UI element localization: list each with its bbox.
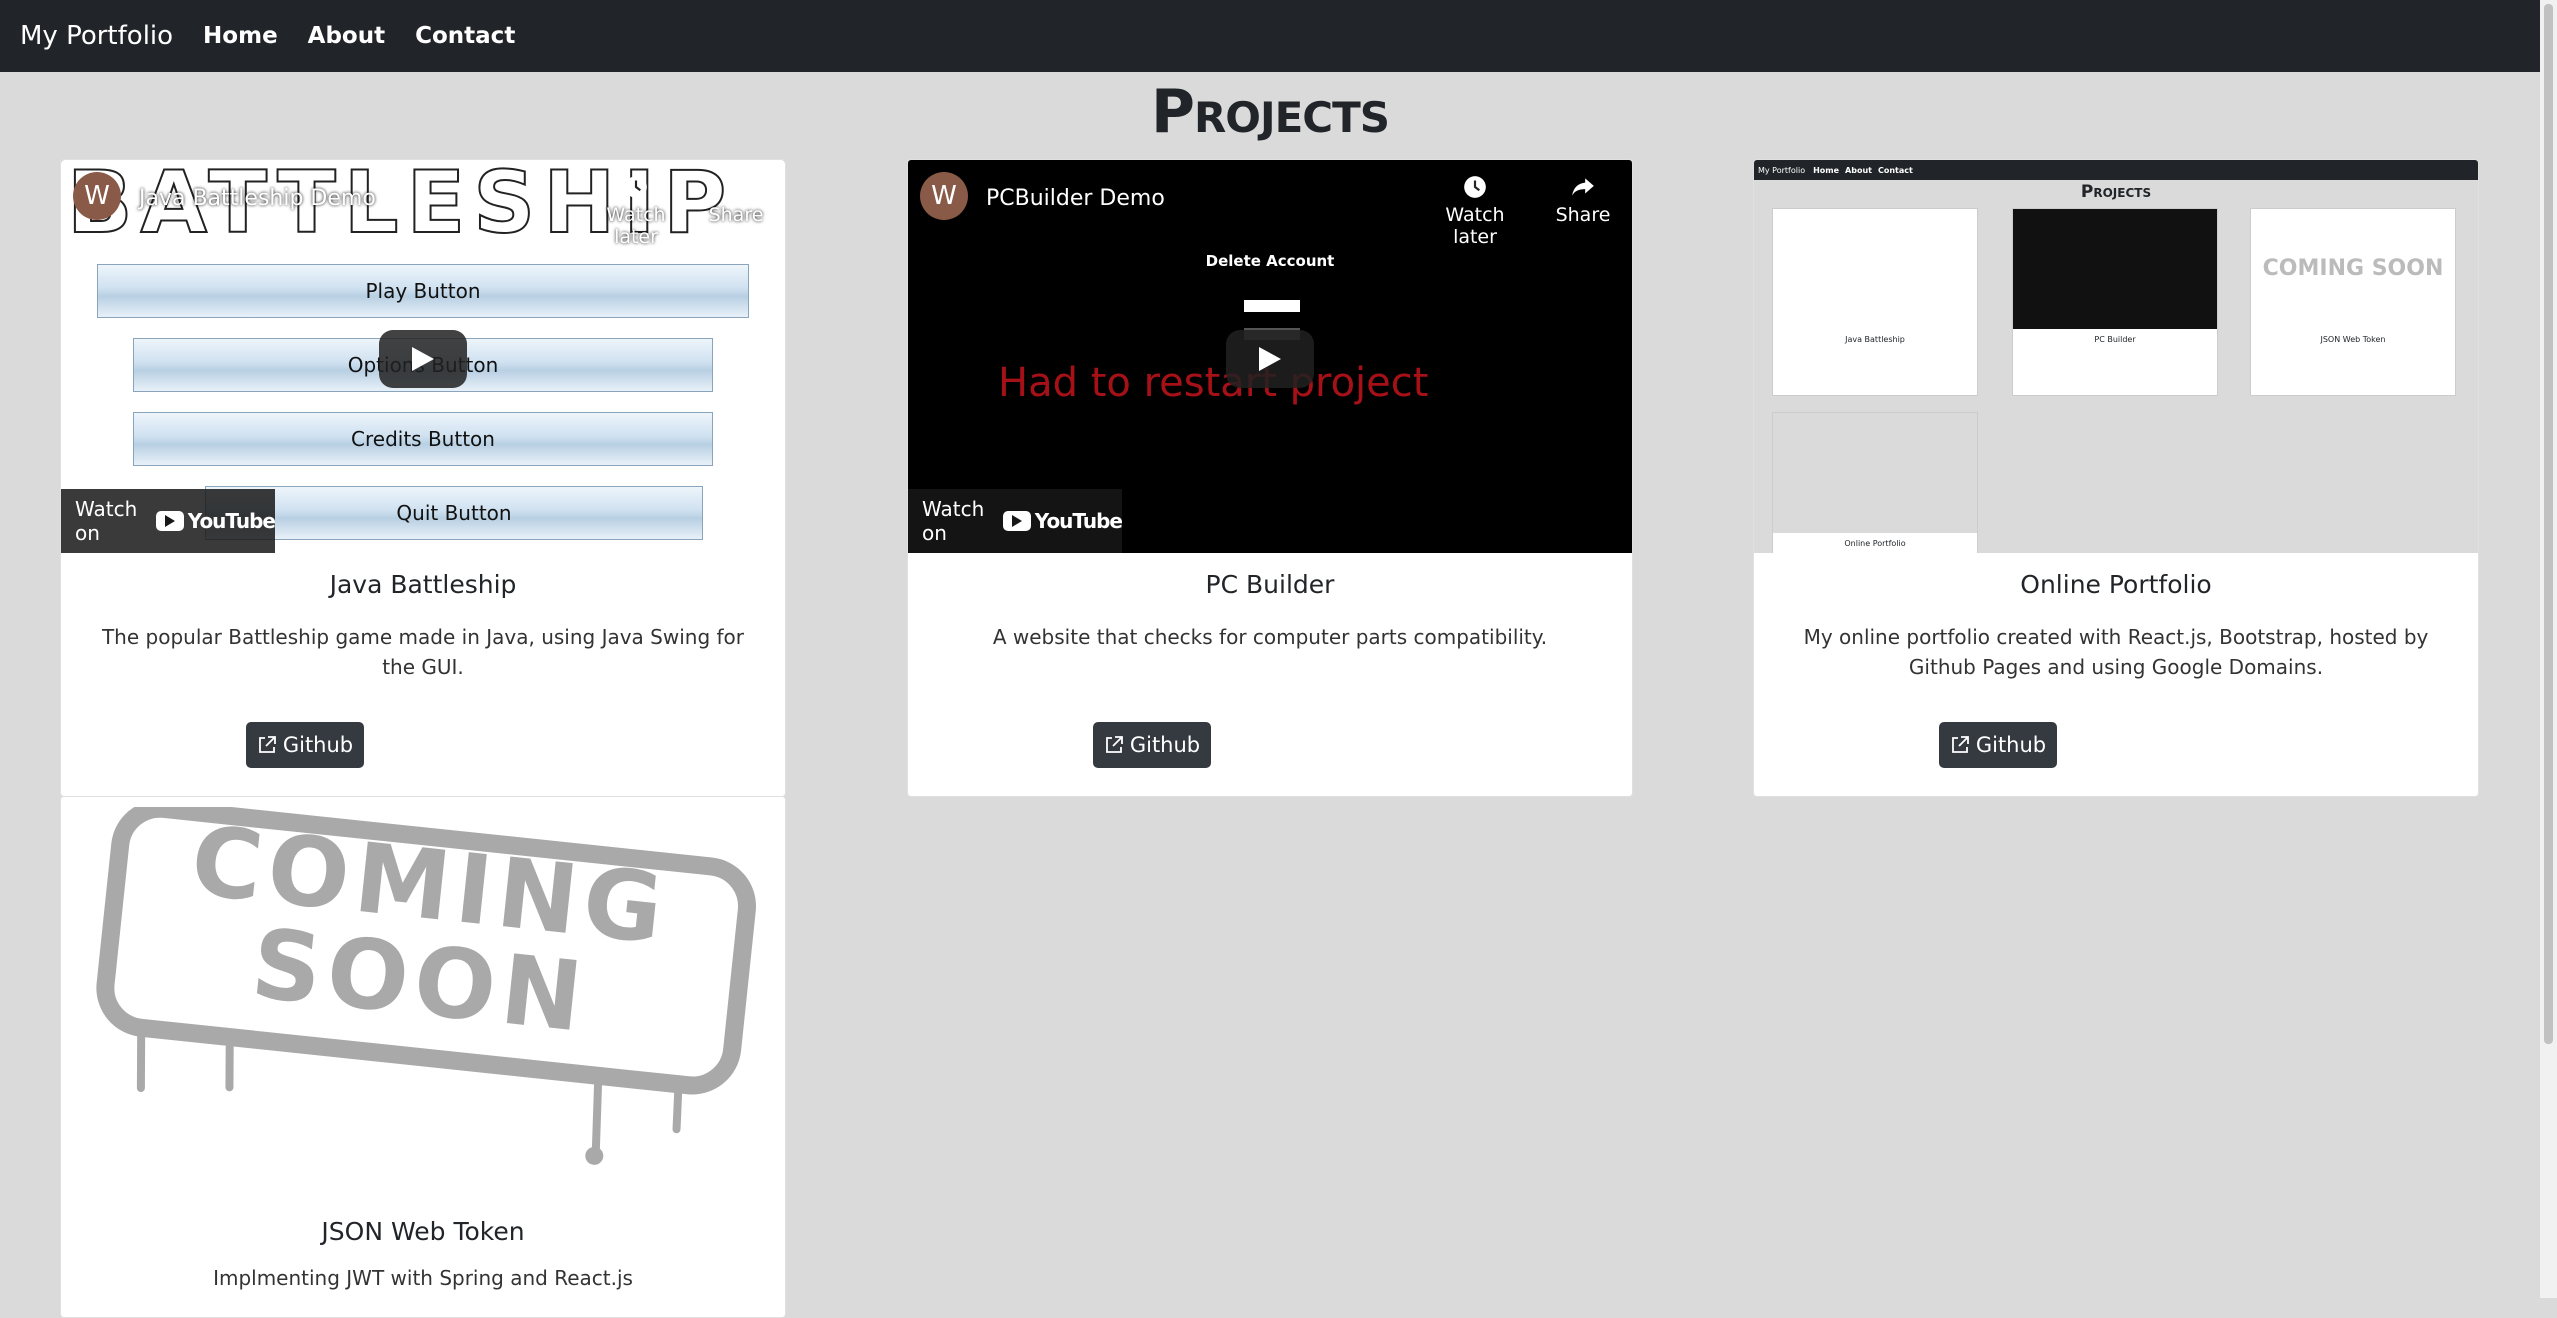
play-button[interactable] (379, 330, 467, 388)
channel-avatar[interactable]: W (73, 172, 121, 220)
screenshot-title: Projects (2080, 182, 2152, 202)
youtube-wordmark: YouTube (1034, 509, 1123, 533)
watch-later-label: Watch later (606, 204, 666, 248)
scrollbar-thumb[interactable] (2544, 4, 2553, 1044)
screenshot-card: COMING SOON JSON Web Token (2250, 208, 2456, 396)
card-title: JSON Web Token (321, 1217, 525, 1246)
youtube-embed[interactable]: BATTLESHIP Play Button Options Button Cr… (61, 160, 785, 553)
page-title: Projects (1150, 77, 1390, 147)
coming-soon-image: COMING SOON (61, 797, 785, 1190)
project-card-pc-builder: Delete Account Had to restart project W … (907, 159, 1633, 797)
clock-icon (625, 176, 647, 198)
video-overlay-text: Had to restart project (998, 360, 1429, 406)
youtube-wordmark: YouTube (187, 509, 276, 533)
screenshot-navbar: My Portfolio Home About Contact (1754, 160, 2478, 180)
portfolio-screenshot: My Portfolio Home About Contact Projects… (1754, 160, 2478, 553)
screenshot-card-media (2013, 209, 2217, 329)
video-form-field (1244, 300, 1300, 312)
watch-on-label: Watch on (75, 497, 138, 545)
screenshot-card: PC Builder (2012, 208, 2218, 396)
video-menu-button: Play Button (97, 264, 749, 318)
watch-on-youtube-button[interactable]: Watch on YouTube (908, 489, 1123, 553)
share-label: Share (1555, 204, 1611, 226)
screenshot-card-media (1773, 413, 1977, 533)
github-button[interactable]: Github (1939, 722, 2057, 768)
nav-link-contact[interactable]: Contact (415, 23, 515, 49)
nav-link-home[interactable]: Home (203, 23, 278, 49)
screenshot-card-title: Online Portfolio (1844, 539, 1906, 548)
external-link-icon (258, 736, 276, 753)
project-card-online-portfolio: My Portfolio Home About Contact Projects… (1753, 159, 2479, 797)
navbar: My Portfolio Home About Contact (0, 0, 2540, 72)
video-menu-button: Quit Button (205, 486, 703, 540)
github-button-label: Github (1975, 733, 2047, 757)
card-title: Online Portfolio (2020, 570, 2212, 599)
watch-on-label: Watch on (922, 497, 985, 545)
play-icon (412, 347, 434, 371)
screenshot-nav-link: Contact (1877, 165, 1913, 175)
watch-later-button[interactable]: Watch later (1430, 174, 1520, 248)
card-description: The popular Battleship game made in Java… (101, 625, 745, 679)
screenshot-nav-link: About (1845, 165, 1872, 175)
github-button-label: Github (282, 733, 354, 757)
watch-later-label: Watch later (1445, 204, 1505, 248)
card-description: Implmenting JWT with Spring and React.js (213, 1266, 633, 1290)
github-button-label: Github (1129, 733, 1201, 757)
video-title[interactable]: PCBuilder Demo (986, 186, 1165, 211)
video-menu-button: Credits Button (133, 412, 713, 466)
github-button[interactable]: Github (1093, 722, 1211, 768)
share-button[interactable]: Share (1538, 174, 1628, 226)
project-card-java-battleship: BATTLESHIP Play Button Options Button Cr… (60, 159, 786, 797)
youtube-logo-icon: YouTube (1002, 509, 1123, 533)
card-description: A website that checks for computer parts… (992, 625, 1548, 649)
page-scrollbar[interactable] (2540, 0, 2557, 1298)
screenshot-nav-link: Home (1813, 165, 1840, 175)
clock-icon (1464, 176, 1486, 198)
share-icon (725, 178, 747, 196)
screenshot-card-title: JSON Web Token (2320, 335, 2386, 344)
card-description: My online portfolio created with React.j… (1803, 625, 2429, 679)
card-title: Java Battleship (329, 570, 517, 599)
watch-on-youtube-button[interactable]: Watch on YouTube (61, 489, 276, 553)
screenshot-card: Online Portfolio (1772, 412, 1978, 553)
play-icon (1259, 347, 1281, 371)
channel-avatar[interactable]: W (920, 172, 968, 220)
share-label: Share (708, 204, 764, 226)
video-form-title: Delete Account (1205, 252, 1335, 270)
project-card-json-web-token: COMING SOON JSON Web Token Implmenting J… (60, 796, 786, 1318)
card-title: PC Builder (1205, 570, 1335, 599)
share-icon (1572, 178, 1594, 196)
project-screenshot: My Portfolio Home About Contact Projects… (1754, 160, 2478, 553)
screenshot-card-media (1773, 209, 1977, 329)
watch-later-button[interactable]: Watch later (591, 174, 681, 248)
github-button[interactable]: Github (246, 722, 364, 768)
screenshot-brand: My Portfolio (1758, 165, 1806, 175)
play-button[interactable] (1226, 330, 1314, 388)
screenshot-card-title: PC Builder (2094, 335, 2136, 344)
screenshot-card: Java Battleship (1772, 208, 1978, 396)
nav-link-about[interactable]: About (308, 23, 385, 49)
screenshot-coming-soon: COMING SOON (2251, 209, 2455, 329)
screenshot-card-title: Java Battleship (1845, 335, 1905, 344)
external-link-icon (1105, 736, 1123, 753)
share-button[interactable]: Share (691, 174, 781, 226)
navbar-brand[interactable]: My Portfolio (20, 21, 173, 51)
youtube-embed[interactable]: Delete Account Had to restart project W … (908, 160, 1632, 553)
external-link-icon (1951, 736, 1969, 753)
youtube-logo-icon: YouTube (155, 509, 276, 533)
video-title[interactable]: Java Battleship Demo (139, 186, 376, 211)
